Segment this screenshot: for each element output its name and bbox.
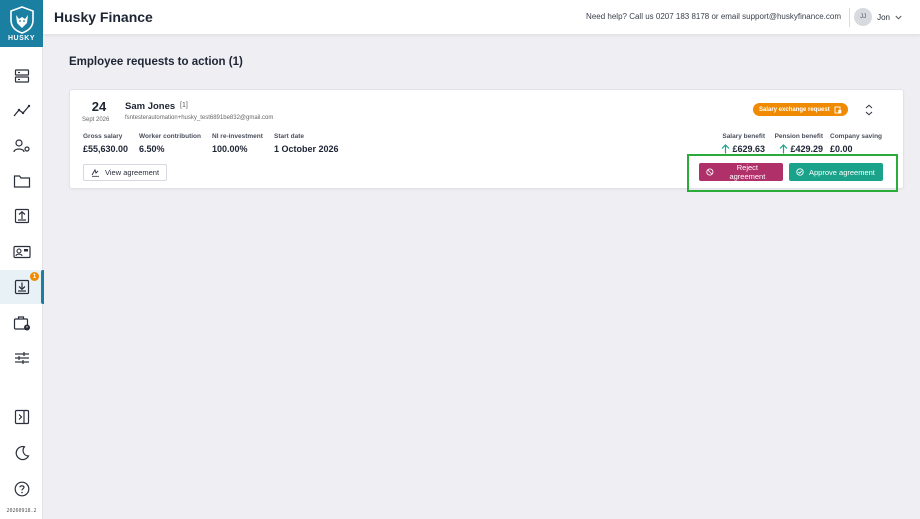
nav-panel-toggle[interactable] xyxy=(0,400,43,434)
sliders-icon xyxy=(14,352,29,364)
id-card-icon xyxy=(12,245,31,259)
field-value: 6.50% xyxy=(139,144,165,154)
nav-settings[interactable] xyxy=(0,341,43,375)
version-label: 20260918.2 xyxy=(6,508,37,514)
nav-dark-mode[interactable] xyxy=(0,436,43,470)
benefit-label: Pension benefit xyxy=(774,133,823,140)
start-date-field: Start date 1 October 2026 xyxy=(274,133,339,154)
pension-benefit-field: Pension benefit £429.29 xyxy=(772,133,823,154)
help-icon xyxy=(14,481,29,497)
briefcase-clock-icon xyxy=(13,316,30,331)
nav-briefcase[interactable] xyxy=(0,306,43,340)
request-month: Sept 2026 xyxy=(82,117,110,123)
avatar: JJ xyxy=(854,8,873,26)
nav-users[interactable] xyxy=(0,129,43,163)
reject-label: Reject agreement xyxy=(729,163,766,181)
sidebar: HUSKY 1 20260918.2 xyxy=(0,0,44,519)
gross-salary-field: Gross salary £55,630.00 xyxy=(83,133,128,154)
check-circle-icon xyxy=(796,168,804,176)
nav-upload[interactable] xyxy=(0,199,43,233)
field-value: £55,630.00 xyxy=(83,144,129,154)
benefit-value: £429.29 xyxy=(790,144,823,154)
user-menu[interactable]: JJ Jon xyxy=(854,8,902,26)
nav-trends[interactable] xyxy=(0,94,43,128)
salary-benefit-field: Salary benefit £629.63 xyxy=(712,133,765,154)
benefit-value: £0.00 xyxy=(830,144,853,154)
signature-icon xyxy=(91,168,99,177)
field-label: Gross salary xyxy=(83,133,123,140)
approve-label: Approve agreement xyxy=(809,167,875,177)
panel-toggle-icon xyxy=(14,409,29,425)
users-settings-icon xyxy=(12,139,30,153)
request-type-badge: Salary exchange request xyxy=(753,103,848,116)
arrow-up-icon xyxy=(779,144,788,154)
inbox-download-icon xyxy=(14,279,29,295)
top-header: Husky Finance Need help? Call us 0207 18… xyxy=(43,0,920,35)
field-label: Worker contribution xyxy=(139,133,201,140)
help-text: Need help? Call us 0207 183 8178 or emai… xyxy=(586,12,841,21)
field-value: 100.00% xyxy=(212,144,248,154)
employee-name: Sam Jones xyxy=(125,101,176,112)
trend-icon xyxy=(13,104,30,117)
husky-shield-icon xyxy=(9,5,34,34)
company-saving-field: Company saving £0.00 xyxy=(830,133,882,154)
servers-icon xyxy=(14,69,29,83)
request-type-label: Salary exchange request xyxy=(759,106,830,113)
ni-reinvestment-field: NI re-investment 100.00% xyxy=(212,133,263,154)
benefit-label: Company saving xyxy=(830,133,883,140)
field-label: Start date xyxy=(274,133,304,140)
nav-employee-requests[interactable]: 1 xyxy=(0,270,44,304)
employee-email: fsntesterautomation+husky_test6891be832@… xyxy=(125,115,274,121)
block-icon xyxy=(706,168,714,176)
logo-text: HUSKY xyxy=(7,34,35,42)
request-day: 24 xyxy=(91,99,107,114)
request-card: 24 Sept 2026 Sam Jones [1] fsntesterauto… xyxy=(69,89,904,192)
view-agreement-button[interactable]: View agreement xyxy=(83,164,168,181)
nav-help[interactable] xyxy=(0,472,43,506)
chevron-down-icon xyxy=(895,15,902,20)
page-title: Employee requests to action (1) xyxy=(69,56,243,68)
document-icon xyxy=(834,106,842,113)
user-name: Jon xyxy=(877,12,890,22)
nav-id-card[interactable] xyxy=(0,235,43,269)
collapse-toggle[interactable] xyxy=(865,104,873,116)
nav-badge: 1 xyxy=(30,272,39,281)
approve-agreement-button[interactable]: Approve agreement xyxy=(789,163,883,181)
field-value: 1 October 2026 xyxy=(274,144,339,154)
field-label: NI re-investment xyxy=(212,133,263,140)
husky-logo[interactable]: HUSKY xyxy=(0,0,43,47)
nav-servers[interactable] xyxy=(0,59,43,93)
reject-agreement-button[interactable]: Reject agreement xyxy=(699,163,783,181)
moon-icon xyxy=(15,445,29,461)
arrow-up-icon xyxy=(721,144,730,154)
view-agreement-label: View agreement xyxy=(105,168,160,177)
app-title: Husky Finance xyxy=(54,9,153,25)
worker-contribution-field: Worker contribution 6.50% xyxy=(139,133,201,154)
upload-icon xyxy=(14,208,29,224)
benefit-value-row: £629.63 xyxy=(712,144,765,154)
benefit-value: £629.63 xyxy=(732,144,765,154)
benefit-label: Salary benefit xyxy=(722,133,765,140)
header-divider xyxy=(849,8,850,27)
benefit-value-row: £429.29 xyxy=(772,144,823,154)
folder-icon xyxy=(13,175,30,188)
chevron-up-down-icon xyxy=(865,104,873,116)
nav-folders[interactable] xyxy=(0,164,43,198)
employee-request-count: [1] xyxy=(180,102,188,109)
